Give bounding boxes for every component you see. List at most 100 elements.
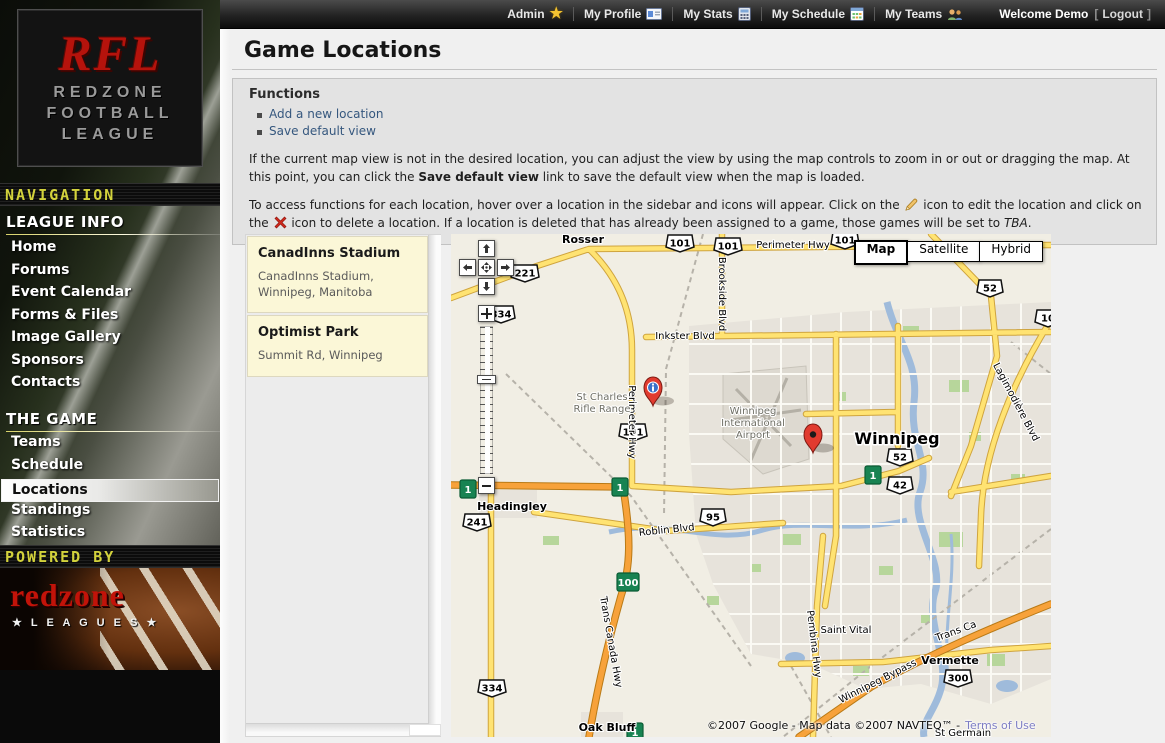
map-canvas[interactable]: 101 101 101 101 221 334 334 52 52 42 95 …: [451, 234, 1051, 737]
svg-text:100: 100: [618, 578, 639, 589]
admin-topbar: Admin ★ My Profile My Stats My Schedule …: [220, 0, 1165, 29]
my-stats-label: My Stats: [683, 7, 732, 21]
zoom-slider-thumb[interactable]: [477, 375, 496, 384]
sidebar-item-contacts[interactable]: Contacts: [0, 374, 220, 397]
zoom-in-button[interactable]: [478, 305, 495, 322]
pan-right-button[interactable]: [497, 259, 514, 276]
redzone-leagues-label: ★ L E A G U E S ★: [12, 616, 159, 629]
pan-up-button[interactable]: [478, 240, 495, 257]
p2-text-after: icon to delete a location. If a location…: [288, 216, 1004, 230]
sidebar-item-standings[interactable]: Standings: [0, 502, 220, 525]
hwy-shield-101: 101: [666, 235, 694, 252]
label-perimeter-hwy-vertical: Perimeter Hwy: [626, 385, 637, 459]
p2-text: To access functions for each location, h…: [249, 198, 903, 212]
minus-icon: [482, 485, 491, 487]
locations-main-row: CanadInns Stadium CanadInns Stadium, Win…: [245, 234, 1051, 737]
location-address: CanadInns Stadium, Winnipeg, Manitoba: [258, 269, 417, 300]
pan-left-button[interactable]: [459, 259, 476, 276]
league-logo: RFL REDZONE FOOTBALL LEAGUE: [17, 9, 203, 167]
topbar-admin-link[interactable]: Admin ★: [497, 7, 573, 21]
sidebar-item-locations-selected[interactable]: Locations: [1, 479, 219, 502]
sidebar-item-sponsors[interactable]: Sponsors: [0, 352, 220, 375]
sidebar-item-forums[interactable]: Forums: [0, 262, 220, 285]
pan-down-button[interactable]: [478, 278, 495, 295]
panel-horizontal-scrollbar[interactable]: [246, 723, 429, 736]
arrow-up-icon: [481, 243, 492, 254]
zoom-out-button[interactable]: [478, 477, 495, 494]
my-schedule-label: My Schedule: [772, 7, 845, 21]
app-window: RFL REDZONE FOOTBALL LEAGUE NAVIGATION L…: [0, 0, 1165, 743]
svg-text:1: 1: [465, 485, 472, 496]
label-st-charles-1: St Charles: [576, 392, 627, 403]
delete-x-icon: [274, 216, 287, 229]
location-name: CanadInns Stadium: [258, 246, 417, 261]
the-game-menu: Teams Schedule Locations Standings Stati…: [0, 434, 220, 547]
marker-dot: [810, 431, 816, 437]
location-cards: CanadInns Stadium CanadInns Stadium, Win…: [247, 236, 428, 723]
league-logo-line2: FOOTBALL: [18, 103, 202, 124]
add-location-link[interactable]: Add a new location: [269, 107, 383, 121]
svg-text:241: 241: [467, 518, 488, 529]
section-league-info: LEAGUE INFO: [0, 213, 220, 235]
zoom-slider-track[interactable]: [480, 326, 493, 474]
topbar-my-stats-link[interactable]: My Stats: [672, 7, 760, 21]
label-airport-1: Winnipeg: [730, 406, 777, 417]
map-attribution: ©2007 Google - Map data ©2007 NAVTEQ™ - T…: [707, 719, 1036, 732]
pan-center-button[interactable]: [478, 259, 495, 276]
instructions-paragraph-2: To access functions for each location, h…: [249, 196, 1142, 232]
label-saint-vital: Saint Vital: [821, 625, 872, 636]
topbar-my-profile-link[interactable]: My Profile: [573, 7, 672, 21]
instructions-paragraph-1: If the current map view is not in the de…: [249, 150, 1142, 186]
sidebar: RFL REDZONE FOOTBALL LEAGUE NAVIGATION L…: [0, 0, 220, 743]
my-profile-label: My Profile: [584, 7, 641, 21]
logout-bracket-right: ]: [1147, 7, 1151, 21]
panel-scrollbar-thumb[interactable]: [409, 724, 441, 736]
functions-link-item: Add a new location: [255, 106, 1142, 123]
map-type-map-button[interactable]: Map: [854, 240, 909, 265]
sidebar-item-teams[interactable]: Teams: [0, 434, 220, 457]
copyright-text: ©2007 Google - Map data ©2007 NAVTEQ™ -: [707, 719, 960, 732]
sidebar-item-event-calendar[interactable]: Event Calendar: [0, 284, 220, 307]
arrow-left-icon: [462, 262, 473, 273]
svg-text:42: 42: [893, 481, 907, 492]
hwy-shield-241: 241: [463, 514, 491, 531]
my-teams-label: My Teams: [885, 7, 942, 21]
content-area: Game Locations Functions Add a new locat…: [220, 29, 1165, 743]
location-card-canadinns[interactable]: CanadInns Stadium CanadInns Stadium, Win…: [247, 236, 428, 313]
functions-box: Functions Add a new location Save defaul…: [232, 78, 1157, 245]
sidebar-item-forms-files[interactable]: Forms & Files: [0, 307, 220, 330]
map-type-satellite-button[interactable]: Satellite: [907, 241, 980, 262]
svg-text:221: 221: [515, 269, 536, 280]
tba-italic: TBA: [1004, 216, 1028, 230]
svg-text:10: 10: [1041, 314, 1051, 325]
svg-text:52: 52: [983, 284, 997, 295]
save-default-view-link[interactable]: Save default view: [269, 124, 376, 138]
trans-canada-shield-1: 1: [460, 480, 476, 498]
edit-pencil-icon: [904, 198, 918, 211]
title-divider: [232, 69, 1157, 70]
panel-vertical-scrollbar[interactable]: [428, 235, 441, 724]
label-airport-3: Airport: [736, 430, 770, 441]
topbar-my-schedule-link[interactable]: My Schedule: [761, 7, 874, 21]
svg-text:1: 1: [870, 471, 877, 482]
terms-of-use-link[interactable]: Terms of Use: [965, 719, 1036, 732]
functions-links: Add a new location Save default view: [249, 106, 1142, 140]
sidebar-item-statistics[interactable]: Statistics: [0, 524, 220, 547]
map-type-hybrid-button[interactable]: Hybrid: [979, 241, 1043, 262]
logout-link[interactable]: Logout: [1102, 7, 1143, 21]
topbar-my-teams-link[interactable]: My Teams: [874, 7, 973, 21]
p1-text-end: link to save the default view when the m…: [539, 170, 865, 184]
trans-canada-shield-100: 100: [617, 573, 639, 591]
sidebar-item-schedule[interactable]: Schedule: [0, 457, 220, 480]
navigation-band: NAVIGATION: [0, 183, 220, 206]
hwy-shield-221: 221: [511, 265, 539, 282]
label-oak-bluff: Oak Bluff: [579, 721, 636, 734]
label-st-charles-2: Rifle Range: [573, 404, 630, 415]
sidebar-item-image-gallery[interactable]: Image Gallery: [0, 329, 220, 352]
location-card-optimist[interactable]: Optimist Park Summit Rd, Winnipeg: [247, 315, 428, 377]
star-icon: ★: [550, 7, 563, 21]
welcome-user-label: Welcome Demo: [999, 7, 1088, 21]
svg-text:1: 1: [617, 483, 624, 494]
powered-by-logo: redzone ★ L E A G U E S ★: [0, 568, 220, 670]
sidebar-item-home[interactable]: Home: [0, 239, 220, 262]
